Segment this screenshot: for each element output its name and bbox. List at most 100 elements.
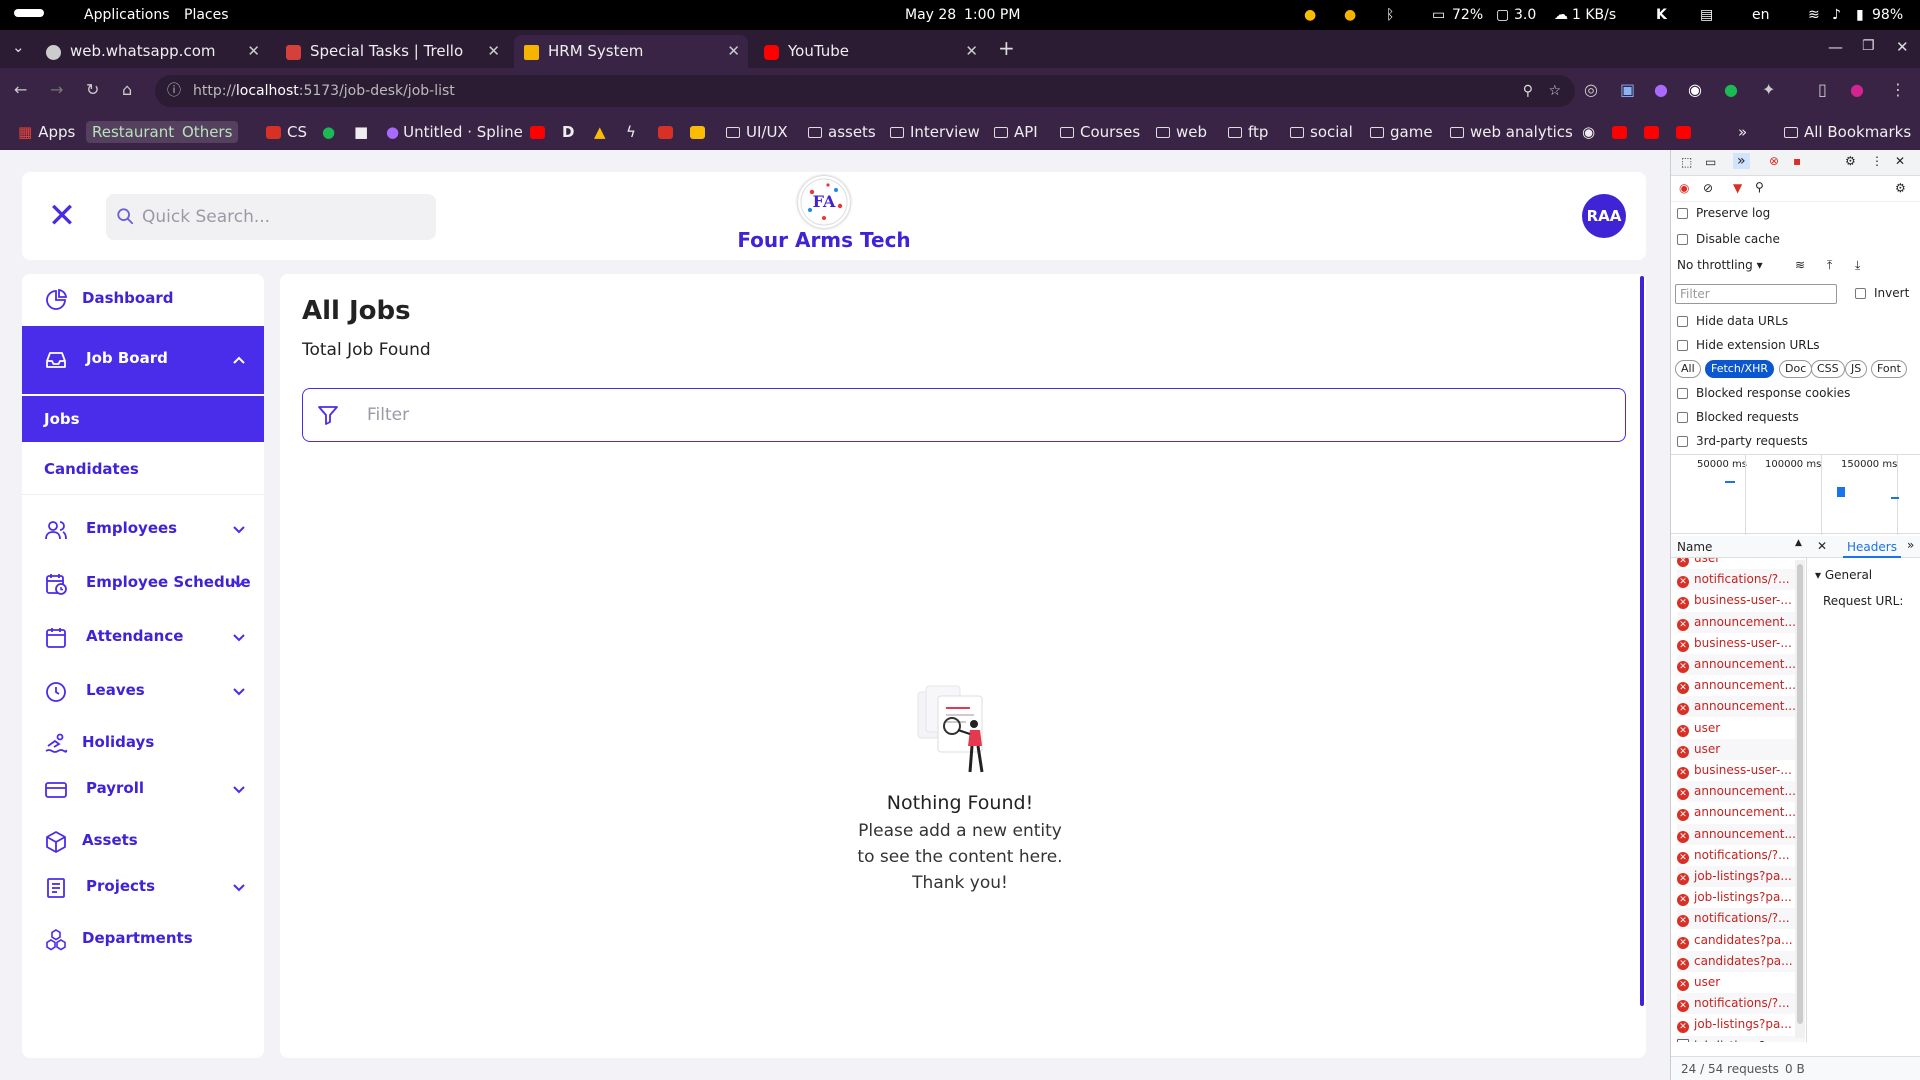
more-tabs-icon[interactable]: » (1907, 538, 1914, 552)
extension-tabs-icon[interactable]: ▣ (1620, 80, 1635, 99)
bookmark-wp-icon[interactable]: ◉ (1582, 114, 1595, 150)
activities-pill-icon[interactable] (14, 0, 44, 30)
sidebar-item-departments[interactable]: Departments (22, 914, 264, 966)
request-row[interactable]: ✕ candidates?pa... (1677, 930, 1805, 951)
site-info-icon[interactable]: ⓘ (167, 75, 181, 107)
bookmark-star-icon[interactable]: ☆ (1548, 75, 1561, 107)
bookmark-framer-icon[interactable]: ϟ (626, 114, 636, 150)
sort-indicator-icon[interactable]: ▲ (1795, 538, 1802, 548)
tab-trello[interactable]: Special Tasks | Trello ✕ (276, 35, 508, 68)
record-icon[interactable]: ◉ (1679, 181, 1689, 195)
bookmark-red-icon[interactable] (658, 114, 673, 150)
sidebar-subitem-jobs[interactable]: Jobs (22, 396, 264, 442)
sidebar-item-leaves[interactable]: Leaves (22, 666, 264, 718)
network-timeline[interactable]: 50000 ms 100000 ms 150000 ms (1671, 454, 1920, 535)
hide-data-urls-checkbox[interactable]: Hide data URLs (1677, 314, 1920, 328)
request-row[interactable]: ✕ announcement... (1677, 611, 1805, 633)
profile-avatar-icon[interactable]: ● (1850, 80, 1864, 99)
network-settings-icon[interactable]: ⚙ (1895, 181, 1906, 195)
chevron-down-icon[interactable] (232, 630, 246, 644)
filter-input[interactable]: Filter (302, 388, 1626, 442)
device-toolbar-icon[interactable]: ▭ (1705, 155, 1716, 169)
tray-app-icon[interactable]: ● (1344, 0, 1356, 30)
name-column-header[interactable]: Name (1677, 540, 1712, 554)
extension-target-icon[interactable]: ◎ (1584, 80, 1598, 99)
bookmark-youtube-3-icon[interactable] (1644, 114, 1659, 150)
extension-green-icon[interactable]: ● (1724, 80, 1738, 99)
browser-menu-icon[interactable]: ⋮ (1890, 80, 1906, 99)
clear-icon[interactable]: ⊘ (1703, 181, 1713, 195)
volume-icon[interactable]: ♪ (1832, 0, 1841, 30)
request-row[interactable]: ✕ notifications/?... (1677, 845, 1805, 866)
request-row[interactable]: ✕ job-listings?pa... (1677, 1014, 1805, 1035)
request-row[interactable]: ✕ announcement... (1677, 781, 1805, 803)
address-bar[interactable]: ⓘ http://localhost:5173/job-desk/job-lis… (155, 75, 1575, 107)
chevron-down-icon[interactable] (232, 684, 246, 698)
sidebar-item-holidays[interactable]: Holidays (22, 718, 264, 770)
blocked-cookies-checkbox[interactable]: Blocked response cookies (1677, 386, 1920, 400)
bookmark-folder-interview[interactable]: Interview (890, 114, 980, 150)
sidebar-item-attendance[interactable]: Attendance (22, 612, 264, 664)
bookmark-youtube-icon[interactable] (530, 114, 545, 150)
type-filter-css[interactable]: CSS (1811, 360, 1845, 378)
quick-search-input[interactable]: Quick Search... (106, 194, 436, 240)
bookmark-folder-ftp[interactable]: ftp (1228, 114, 1268, 150)
minimize-icon[interactable]: — (1828, 38, 1843, 56)
request-row[interactable]: ✕ job-listings?pa... (1677, 866, 1805, 887)
bookmark-drive-icon[interactable]: ▲ (594, 114, 606, 150)
request-row[interactable]: ✕ business-user-... (1677, 633, 1805, 654)
places-menu[interactable]: Places (184, 0, 229, 30)
bookmark-folder-game[interactable]: game (1370, 114, 1433, 150)
bookmark-apps[interactable]: ▦ Apps (18, 114, 75, 150)
inspect-element-icon[interactable]: ⬚ (1681, 155, 1692, 169)
bookmark-d-icon[interactable]: D (562, 114, 574, 150)
clock-time[interactable]: 1:00 PM (964, 0, 1020, 30)
bluetooth-icon[interactable]: ᛒ (1386, 0, 1394, 30)
type-filter-all[interactable]: All (1675, 360, 1701, 378)
tab-close-icon[interactable]: ✕ (247, 35, 260, 68)
devtools-menu-icon[interactable]: ⋮ (1871, 154, 1883, 168)
request-row[interactable]: ✕ business-user-... (1677, 590, 1805, 611)
sidebar-item-employees[interactable]: Employees (22, 504, 264, 556)
devtools-close-icon[interactable]: ✕ (1895, 154, 1905, 168)
filter-toggle-icon[interactable]: ▼ (1733, 181, 1742, 195)
request-row[interactable]: ✕ candidates?pa... (1677, 950, 1805, 972)
headers-tab[interactable]: Headers (1843, 536, 1901, 558)
chrome-tray-icon[interactable]: ● (1304, 0, 1316, 30)
tab-close-icon[interactable]: ✕ (487, 35, 500, 68)
bookmark-folder-web[interactable]: web (1156, 114, 1207, 150)
bookmark-folder-all[interactable]: All Bookmarks (1784, 114, 1911, 150)
type-filter-fetch-xhr[interactable]: Fetch/XHR (1705, 360, 1774, 378)
bookmark-folder-web-analytics[interactable]: web analytics (1450, 114, 1573, 150)
bookmark-folder-assets[interactable]: assets (808, 114, 876, 150)
request-row[interactable]: ✕ notifications/?... (1677, 569, 1805, 591)
extensions-puzzle-icon[interactable]: ✦ (1762, 80, 1775, 99)
bookmarks-overflow-icon[interactable]: » (1738, 114, 1747, 150)
search-network-icon[interactable]: ⚲ (1755, 180, 1764, 194)
chevron-down-icon[interactable] (232, 782, 246, 796)
tab-close-icon[interactable]: ✕ (727, 35, 740, 68)
request-row[interactable]: ✕ user (1677, 972, 1805, 993)
clipboard-icon[interactable]: ▤ (1700, 0, 1713, 30)
bookmark-green-icon[interactable]: ● (322, 114, 335, 150)
sidebar-item-payroll[interactable]: Payroll (22, 764, 264, 816)
bookmark-folder-uiux[interactable]: UI/UX (726, 114, 788, 150)
bookmark-youtube-4-icon[interactable] (1676, 114, 1691, 150)
keyboard-language[interactable]: en (1752, 0, 1770, 30)
general-section-toggle[interactable]: ▾ General (1815, 568, 1872, 582)
tab-list-chevron-icon[interactable]: ⌄ (12, 38, 25, 56)
forward-icon[interactable]: → (50, 80, 63, 99)
wifi-icon[interactable]: ≋ (1808, 0, 1820, 30)
content-scrollbar[interactable] (1640, 276, 1644, 1006)
type-filter-font[interactable]: Font (1871, 360, 1907, 378)
tab-youtube[interactable]: YouTube ✕ (754, 35, 986, 68)
bookmark-folder-api[interactable]: API (994, 114, 1038, 150)
third-party-checkbox[interactable]: 3rd-party requests (1677, 434, 1920, 448)
preserve-log-checkbox[interactable]: Preserve log (1677, 206, 1920, 220)
sidebar-item-job-board[interactable]: Job Board (22, 326, 264, 394)
request-row[interactable]: ✕ user (1677, 738, 1805, 760)
settings-gear-icon[interactable]: ⚙ (1845, 154, 1856, 168)
sidebar-item-assets[interactable]: Assets (22, 816, 264, 868)
bookmark-cs[interactable]: CS (266, 114, 307, 150)
more-panels-icon[interactable]: » (1733, 153, 1750, 169)
